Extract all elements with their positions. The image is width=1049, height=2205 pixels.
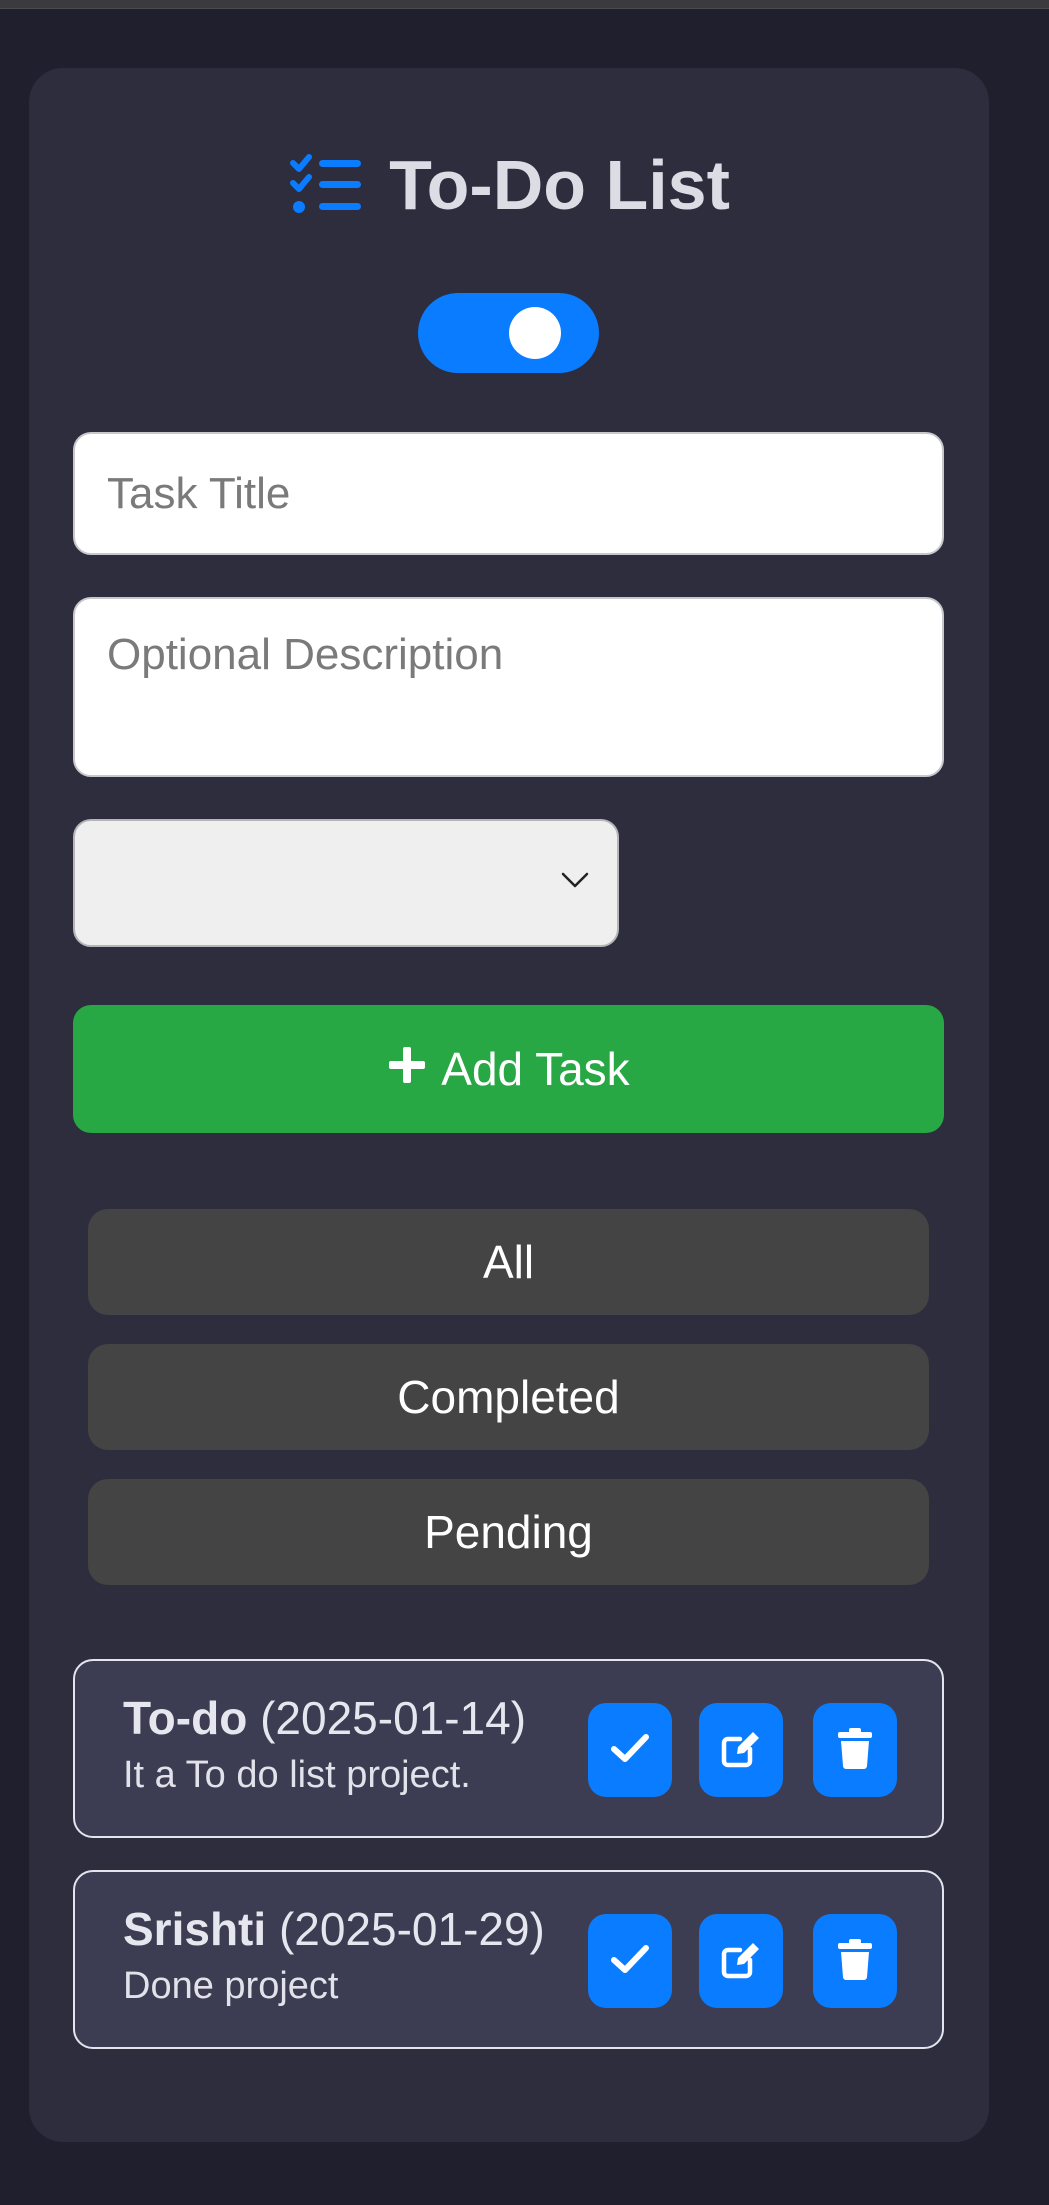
task-item: Srishti (2025-01-29) Done project <box>73 1870 944 2049</box>
edit-task-button[interactable] <box>699 1703 783 1797</box>
filter-label: Pending <box>424 1506 593 1558</box>
window-top-bar <box>0 0 1049 9</box>
task-title: Srishti <box>123 1903 267 1955</box>
chevron-down-icon <box>561 871 589 894</box>
delete-task-button[interactable] <box>813 1703 897 1797</box>
complete-task-button[interactable] <box>588 1703 672 1797</box>
task-heading: To-do (2025-01-14) <box>123 1693 526 1744</box>
trash-icon <box>837 1938 873 1985</box>
add-task-button[interactable]: Add Task <box>73 1005 944 1133</box>
task-description: Done project <box>123 1964 339 2007</box>
filter-completed-button[interactable]: Completed <box>88 1344 929 1450</box>
task-item: To-do (2025-01-14) It a To do list proje… <box>73 1659 944 1838</box>
page-title: To-Do List <box>389 146 730 224</box>
list-check-icon <box>289 153 363 217</box>
edit-icon <box>720 1727 762 1774</box>
trash-icon <box>837 1727 873 1774</box>
task-description: It a To do list project. <box>123 1753 471 1796</box>
edit-task-button[interactable] <box>699 1914 783 2008</box>
delete-task-button[interactable] <box>813 1914 897 2008</box>
task-title: To-do <box>123 1692 248 1744</box>
filter-label: All <box>482 1236 535 1288</box>
task-date: (2025-01-14) <box>260 1692 527 1744</box>
task-date: (2025-01-29) <box>278 1903 545 1955</box>
task-text: Srishti (2025-01-29) Done project <box>123 1904 545 2008</box>
toggle-knob <box>509 307 561 359</box>
check-icon <box>610 1732 650 1769</box>
check-icon <box>610 1943 650 1980</box>
task-heading: Srishti (2025-01-29) <box>123 1904 545 1955</box>
plus-icon <box>387 1042 427 1096</box>
task-text: To-do (2025-01-14) It a To do list proje… <box>123 1693 526 1797</box>
filter-label: Completed <box>397 1371 620 1423</box>
task-title-input[interactable] <box>73 432 944 555</box>
complete-task-button[interactable] <box>588 1914 672 2008</box>
edit-icon <box>720 1938 762 1985</box>
add-task-label: Add Task <box>441 1043 630 1095</box>
task-description-input[interactable] <box>73 597 944 777</box>
theme-toggle[interactable] <box>418 293 599 373</box>
filter-pending-button[interactable]: Pending <box>88 1479 929 1585</box>
filter-all-button[interactable]: All <box>88 1209 929 1315</box>
app-header: To-Do List <box>0 150 1019 220</box>
priority-select[interactable] <box>73 819 619 947</box>
